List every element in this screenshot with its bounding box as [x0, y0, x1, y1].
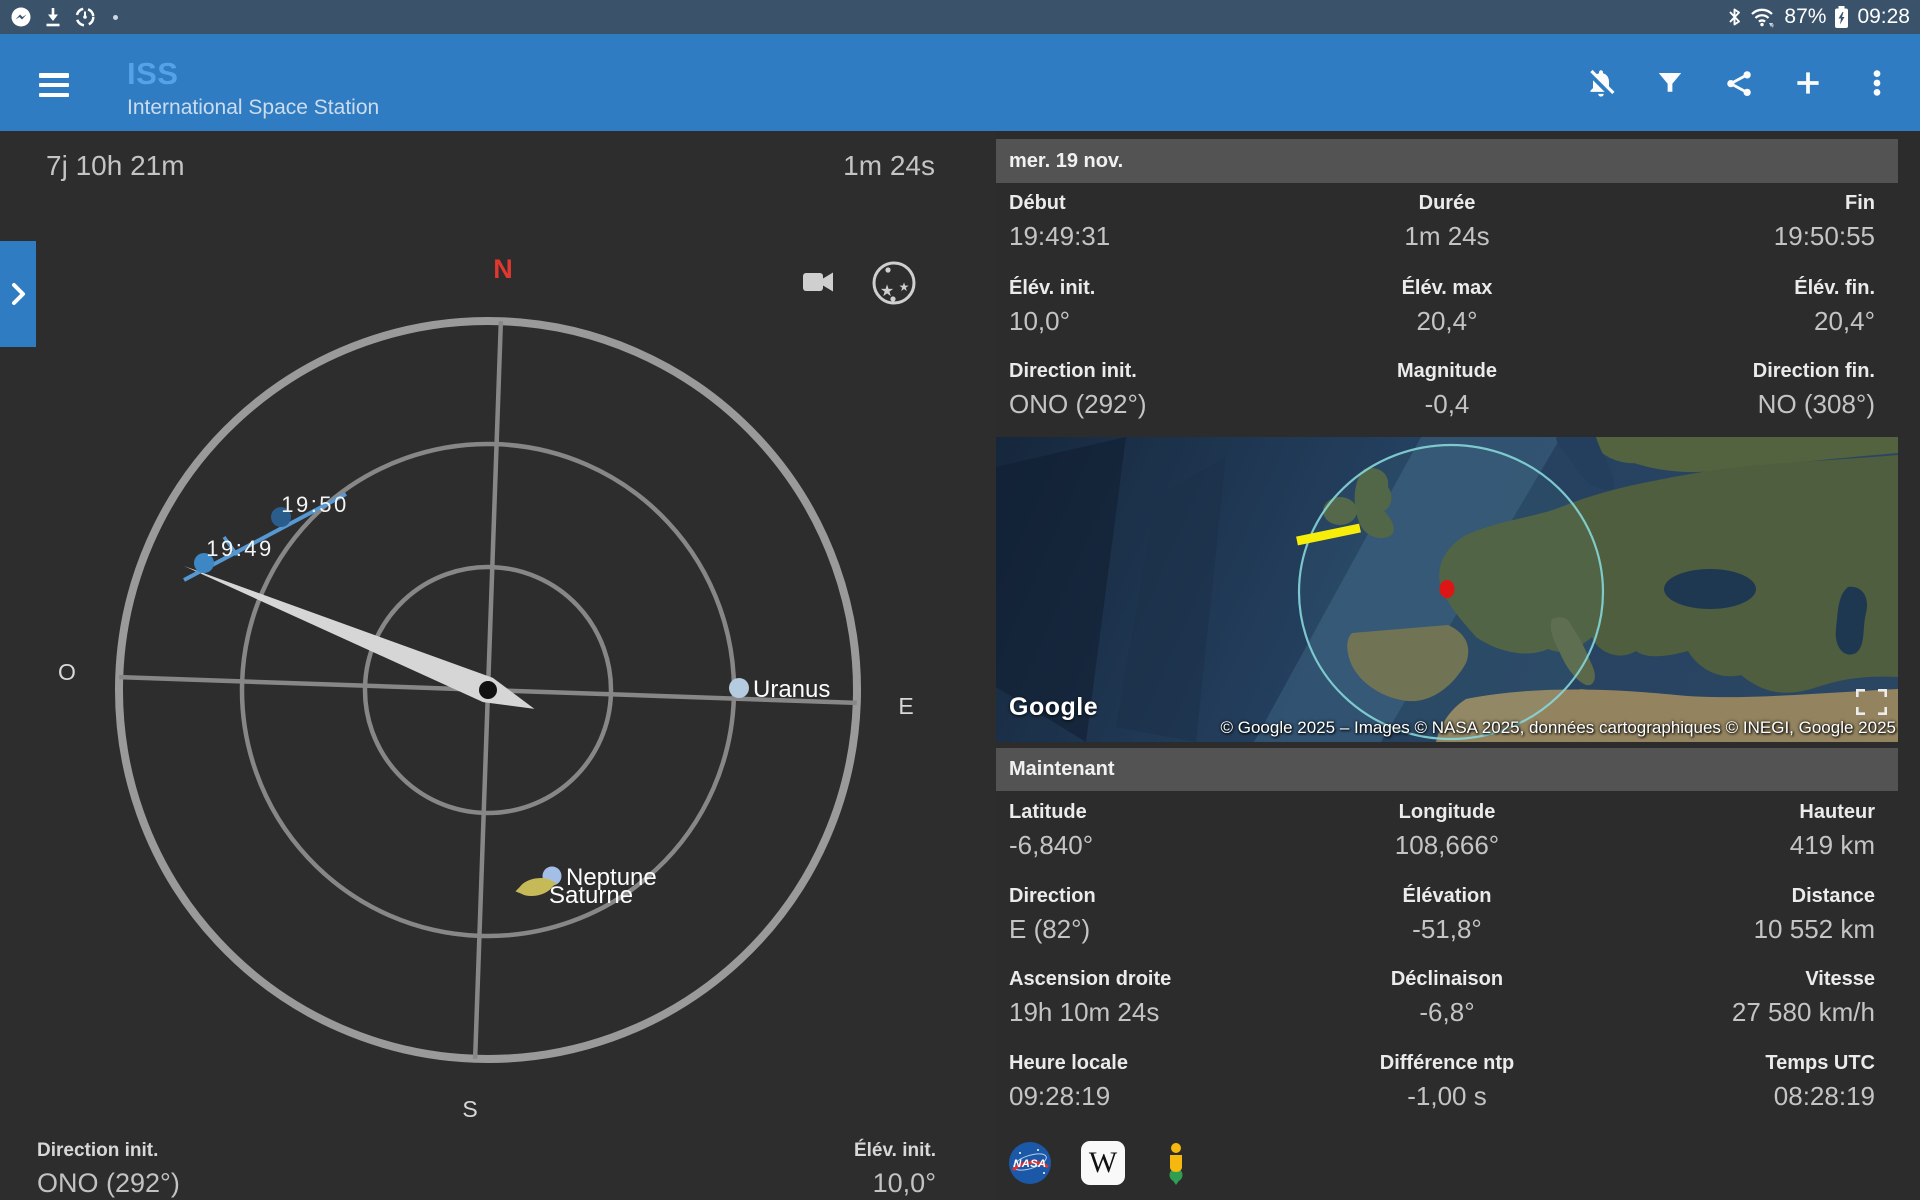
overflow-menu-icon[interactable]	[1855, 61, 1899, 105]
stat-value: 108,666°	[996, 828, 1898, 862]
svg-text:★: ★	[899, 280, 910, 294]
share-icon[interactable]	[1717, 61, 1761, 105]
status-system-icons: 87% 09:28	[1727, 5, 1910, 29]
now-row-time: Heure locale 09:28:19 Différence ntp -1,…	[996, 1050, 1898, 1120]
stat-value: NO (308°)	[1753, 387, 1875, 421]
nasa-logo-text: NASA	[1008, 1158, 1052, 1170]
drawer-expand-tab[interactable]	[0, 241, 36, 347]
now-row-position: Latitude -6,840° Longitude 108,666° Haut…	[996, 799, 1898, 869]
nasa-link-icon[interactable]: NASA	[1008, 1141, 1052, 1185]
app-bar: ISS International Space Station	[0, 34, 1920, 131]
messenger-icon	[10, 6, 32, 28]
notifications-off-icon[interactable]	[1579, 61, 1623, 105]
stat-value: 19:50:55	[1774, 219, 1875, 253]
app-bar-actions	[1579, 34, 1899, 131]
android-status-bar: 87% 09:28	[0, 0, 1920, 34]
track-time-end-label: 19:50	[281, 492, 349, 517]
uranus-marker	[729, 678, 749, 698]
status-notification-icons	[10, 6, 118, 28]
footer-direction-value: ONO (292°)	[37, 1168, 180, 1199]
google-logo[interactable]: Google	[1009, 693, 1098, 722]
radar-center-dot	[479, 681, 497, 699]
fullscreen-icon[interactable]	[1856, 689, 1887, 715]
streetview-pegman-icon[interactable]	[1154, 1141, 1198, 1185]
stat-value: 1m 24s	[996, 219, 1898, 253]
pass-row-times: Début 19:49:31 Durée 1m 24s Fin 19:50:55	[996, 190, 1898, 260]
map-attribution: © Google 2025 – Images © NASA 2025, donn…	[1220, 718, 1896, 738]
stat-value: -1,00 s	[996, 1079, 1898, 1113]
battery-percent: 87%	[1784, 5, 1826, 29]
saturn-label: Saturne	[549, 882, 633, 909]
pass-row-directions: Direction init. ONO (292°) Magnitude -0,…	[996, 358, 1898, 428]
notification-dot	[113, 15, 118, 20]
camera-ar-icon[interactable]	[803, 273, 833, 292]
stat-label: Hauteur	[1790, 799, 1875, 825]
ground-track-map[interactable]: Google © Google 2025 – Images © NASA 202…	[996, 437, 1898, 742]
page-subtitle: International Space Station	[127, 96, 379, 120]
external-links: NASA W	[1008, 1141, 1198, 1185]
stat-label: Temps UTC	[1765, 1050, 1875, 1076]
chevron-right-icon	[7, 281, 29, 307]
observer-location-dot	[1440, 580, 1455, 598]
stat-value: 10 552 km	[1754, 912, 1875, 946]
footer-elevation-label: Élév. init.	[854, 1140, 936, 1162]
iss-detector-app: 87% 09:28 ISS International Space Statio…	[0, 0, 1920, 1200]
sky-view-panel: 7j 10h 21m 1m 24s N E S O 19:	[0, 131, 996, 1200]
stat-value: 419 km	[1790, 828, 1875, 862]
stat-label: Élév. fin.	[1794, 275, 1875, 301]
pass-row-elevations: Élév. init. 10,0° Élév. max 20,4° Élév. …	[996, 275, 1898, 345]
now-row-astro: Ascension droite 19h 10m 24s Déclinaison…	[996, 966, 1898, 1036]
stat-value: 20,4°	[996, 304, 1898, 338]
pass-date-header: mer. 19 nov.	[996, 139, 1898, 183]
download-icon	[43, 6, 63, 28]
stat-value: 20,4°	[1794, 304, 1875, 338]
compass-north-label: N	[493, 254, 513, 284]
stat-label: Élév. max	[996, 275, 1898, 301]
satellite-map-image	[996, 437, 1898, 742]
compass-west-label: O	[58, 659, 76, 685]
compass-east-label: E	[898, 693, 913, 719]
page-title: ISS	[127, 56, 178, 92]
sky-radar: N E S O 19:49 19:50 Uranus Neptune	[0, 131, 996, 1200]
compass-south-label: S	[462, 1096, 477, 1122]
wifi-icon	[1750, 6, 1776, 28]
add-icon[interactable]	[1786, 61, 1830, 105]
stat-value: 27 580 km/h	[1732, 995, 1875, 1029]
star-map-icon[interactable]: ★ ★	[874, 263, 914, 303]
details-panel: mer. 19 nov. Début 19:49:31 Durée 1m 24s…	[996, 131, 1920, 1200]
track-time-start-label: 19:49	[206, 536, 274, 561]
stat-label: Longitude	[996, 799, 1898, 825]
now-section-header: Maintenant	[996, 748, 1898, 791]
stat-label: Distance	[1754, 883, 1875, 909]
uranus-label: Uranus	[753, 676, 830, 703]
wikipedia-w: W	[1089, 1146, 1117, 1180]
bluetooth-icon	[1727, 6, 1742, 28]
menu-icon[interactable]	[39, 73, 69, 97]
clock: 09:28	[1857, 5, 1910, 29]
stat-value: 08:28:19	[1765, 1079, 1875, 1113]
wikipedia-link-icon[interactable]: W	[1081, 1141, 1125, 1185]
sync-icon	[74, 6, 96, 28]
stat-label: Fin	[1774, 190, 1875, 216]
stat-label: Durée	[996, 190, 1898, 216]
filter-icon[interactable]	[1648, 61, 1692, 105]
stat-label: Vitesse	[1732, 966, 1875, 992]
footer-direction-label: Direction init.	[37, 1140, 158, 1162]
footer-elevation-value: 10,0°	[873, 1168, 936, 1199]
stat-label: Différence ntp	[996, 1050, 1898, 1076]
stat-label: Direction fin.	[1753, 358, 1875, 384]
now-row-pointing: Direction E (82°) Élévation -51,8° Dista…	[996, 883, 1898, 953]
battery-charging-icon	[1834, 5, 1849, 29]
